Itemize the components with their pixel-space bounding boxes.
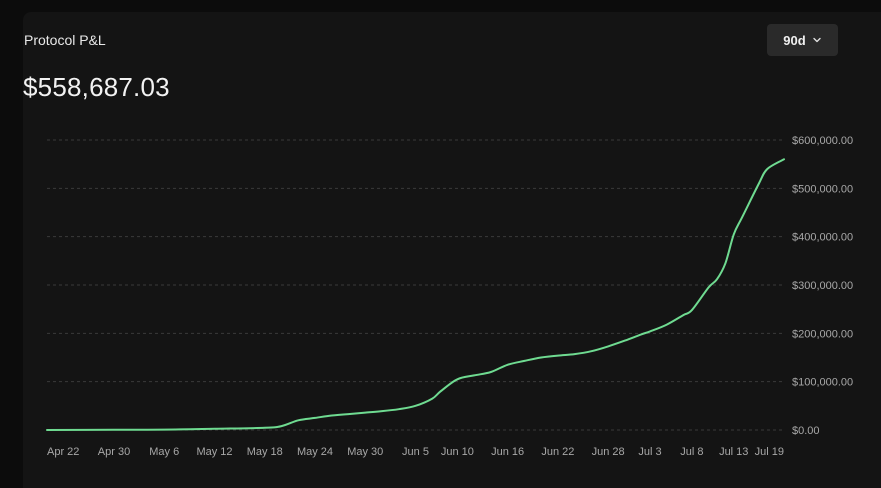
x-tick-label: Jul 8: [680, 446, 703, 458]
y-tick-label: $100,000.00: [792, 377, 853, 389]
x-tick-label: Jun 16: [491, 446, 524, 458]
pnl-line-chart: $0.00 $100,000.00 $200,000.00 $300,000.00 $4…: [46, 135, 853, 458]
y-tick-label: $0.00: [792, 425, 820, 437]
y-tick-label: $300,000.00: [792, 280, 853, 292]
x-tick-label: Jul 3: [638, 446, 661, 458]
y-tick-label: $600,000.00: [792, 135, 853, 147]
x-tick-label: Jul 13: [719, 446, 748, 458]
series-line: [46, 158, 785, 431]
x-tick-label: May 18: [247, 446, 283, 458]
y-tick-label: $500,000.00: [792, 183, 853, 195]
x-tick-label: May 6: [149, 446, 179, 458]
x-tick-label: May 24: [297, 446, 333, 458]
x-tick-label: Jun 5: [402, 446, 429, 458]
y-axis-ticks: $0.00 $100,000.00 $200,000.00 $300,000.00 $4…: [792, 135, 853, 437]
x-tick-label: May 12: [196, 446, 232, 458]
grid-lines: [47, 139, 784, 431]
x-tick-label: Apr 30: [98, 446, 130, 458]
x-tick-label: Jun 22: [541, 446, 574, 458]
x-tick-label: Jun 28: [592, 446, 625, 458]
x-tick-label: Apr 22: [47, 446, 79, 458]
x-axis-ticks: Apr 22 Apr 30 May 6 May 12 May 18 May 24 May 3…: [47, 446, 784, 458]
x-tick-label: Jun 10: [441, 446, 474, 458]
series-layer: [46, 158, 785, 431]
x-tick-label: May 30: [347, 446, 383, 458]
x-tick-label: Jul 19: [755, 446, 784, 458]
y-tick-label: $200,000.00: [792, 328, 853, 340]
y-tick-label: $400,000.00: [792, 232, 853, 244]
